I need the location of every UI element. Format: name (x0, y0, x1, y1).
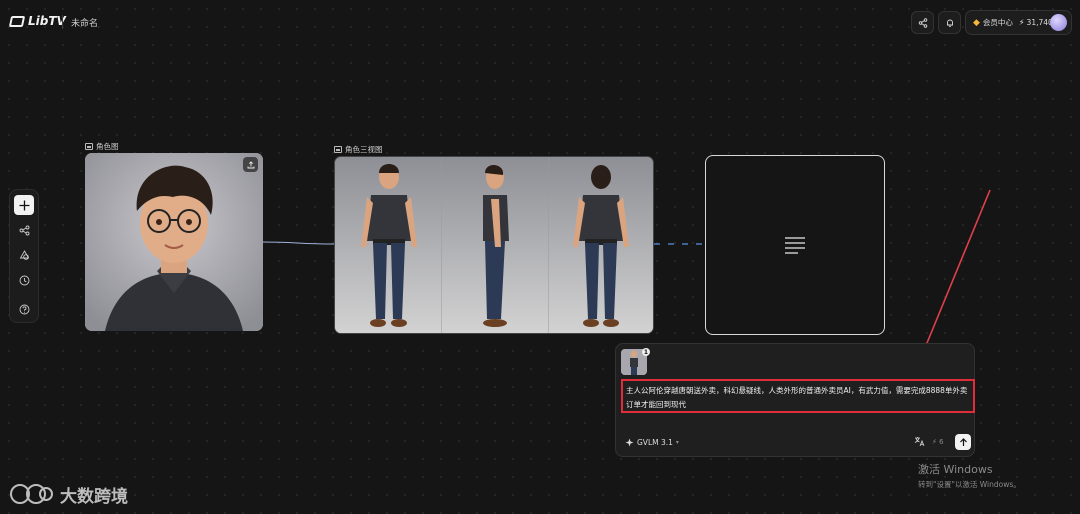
upload-icon (247, 160, 254, 168)
windows-activation-watermark: 激活 Windows 转到"设置"以激活 Windows。 (918, 461, 1021, 490)
threeview-node[interactable] (334, 156, 654, 334)
text-lines-icon (785, 237, 805, 254)
cost-bolt-icon: ⚡ (932, 438, 937, 446)
prompt-input[interactable]: 主人公阿伦穿越唐朝送外卖，科幻悬疑线，人类外形的普通外卖员AI，有武力值，需要完… (621, 379, 975, 413)
generation-cost: ⚡ 6 (932, 438, 944, 446)
translate-icon (914, 437, 925, 447)
image-icon (85, 143, 93, 150)
threeview-image (335, 157, 653, 333)
model-selector[interactable]: GVLM 3.1 ▾ (625, 438, 679, 447)
cost-value: 6 (939, 438, 944, 446)
text-node[interactable] (705, 155, 885, 335)
annotation-arrow (919, 189, 991, 361)
threeview-node-title: 角色三视图 (345, 145, 383, 154)
chevron-down-icon: ▾ (675, 439, 679, 446)
brand-watermark: 大数跨境 (8, 481, 128, 507)
reference-count-badge: 1 (642, 348, 650, 356)
upload-button[interactable] (243, 157, 258, 172)
edge-portrait-to-threeview (262, 241, 335, 245)
windows-activation-title: 激活 Windows (918, 463, 993, 476)
image-icon (334, 146, 342, 153)
portrait-node-label: 角色图 (85, 141, 119, 152)
model-name: GVLM 3.1 (637, 438, 673, 447)
portrait-node-title: 角色图 (96, 142, 119, 151)
send-button[interactable] (955, 434, 971, 450)
brand-logo-icon (10, 484, 53, 504)
portrait-node[interactable] (85, 153, 263, 331)
threeview-node-label: 角色三视图 (334, 144, 383, 155)
portrait-image (85, 153, 263, 331)
windows-activation-subtitle: 转到"设置"以激活 Windows。 (918, 480, 1021, 489)
translate-button[interactable] (914, 436, 926, 448)
arrow-up-icon (959, 437, 967, 446)
model-logo-icon (625, 438, 634, 447)
brand-watermark-text: 大数跨境 (60, 486, 128, 507)
prompt-panel: 1 主人公阿伦穿越唐朝送外卖，科幻悬疑线，人类外形的普通外卖员AI，有武力值，需… (615, 343, 975, 457)
